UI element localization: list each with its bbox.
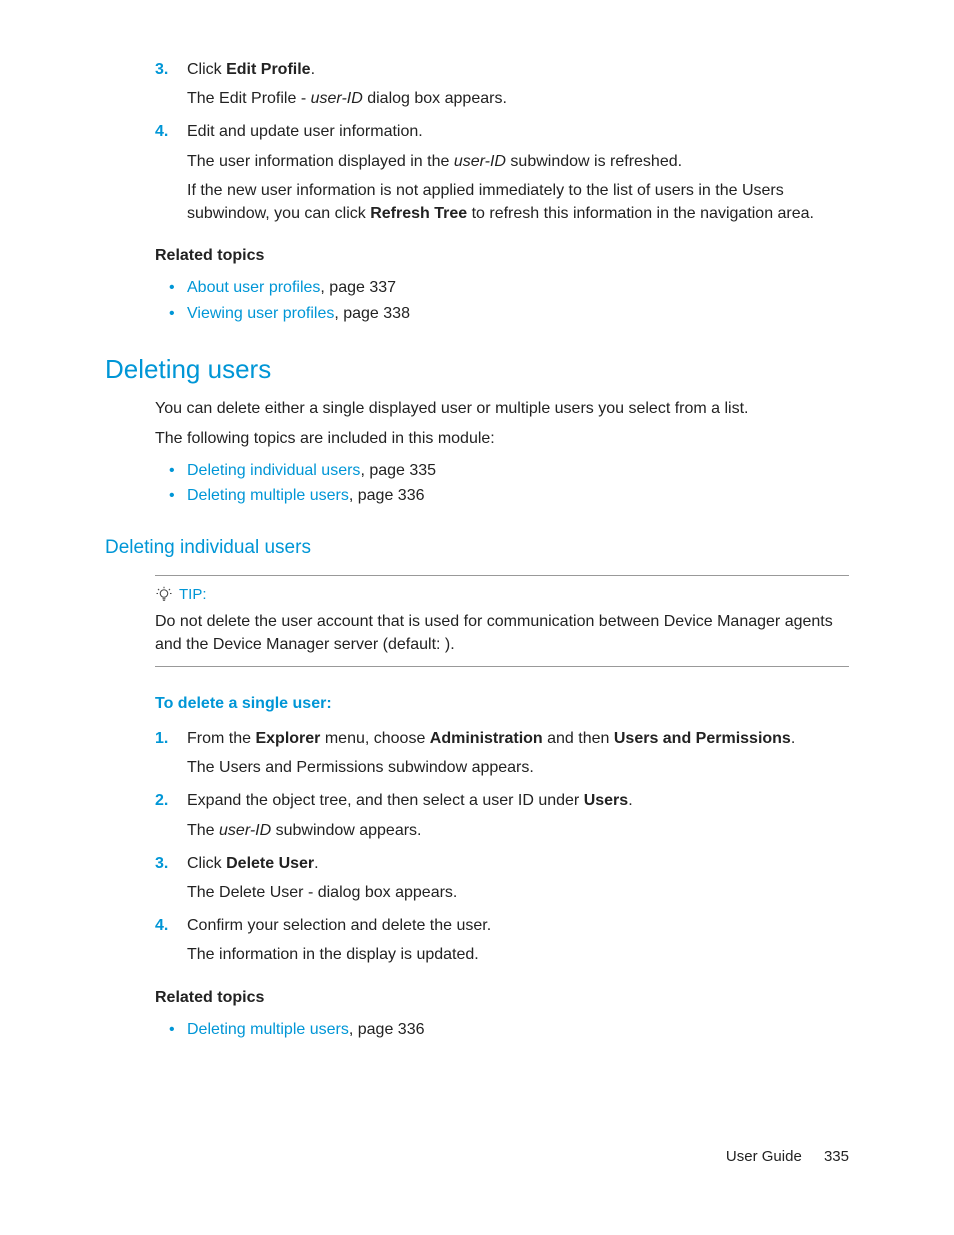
step-text: Click Delete User. (187, 855, 319, 872)
step-sub: The information in the display is update… (187, 943, 849, 966)
step-number: 1. (155, 727, 179, 750)
step-text: Expand the object tree, and then select … (187, 792, 633, 809)
step-sub: The Delete User - dialog box appears. (187, 881, 849, 904)
lightbulb-icon (155, 586, 173, 604)
list-item: About user profiles, page 337 (159, 275, 849, 301)
step-sub: The user-ID subwindow appears. (187, 819, 849, 842)
step-sub: The user information displayed in the us… (187, 150, 849, 173)
footer-label: User Guide (726, 1148, 802, 1165)
list-item: 1. From the Explorer menu, choose Admini… (155, 727, 849, 779)
deleting-intro-block: You can delete either a single displayed… (155, 397, 849, 509)
link-about-user-profiles[interactable]: About user profiles (187, 279, 320, 296)
list-item: 3. Click Delete User. The Delete User - … (155, 852, 849, 904)
related-topics-list: Deleting multiple users, page 336 (159, 1017, 849, 1043)
step-number: 4. (155, 914, 179, 937)
procedure-heading: To delete a single user: (155, 695, 849, 713)
tip-header: TIP: (155, 584, 849, 606)
link-deleting-multiple-users[interactable]: Deleting multiple users (187, 487, 349, 504)
step-text: From the Explorer menu, choose Administr… (187, 730, 795, 747)
related-topics-list: About user profiles, page 337 Viewing us… (159, 275, 849, 326)
step-number: 4. (155, 120, 179, 143)
step-sub: If the new user information is not appli… (187, 179, 849, 225)
page-footer: User Guide 335 (726, 1148, 849, 1165)
paragraph: You can delete either a single displayed… (155, 397, 849, 420)
step-number: 3. (155, 852, 179, 875)
list-item: 3. Click Edit Profile. The Edit Profile … (155, 58, 849, 110)
tip-label: TIP: (179, 584, 207, 606)
top-steps-list: 3. Click Edit Profile. The Edit Profile … (155, 58, 849, 225)
tip-body: Do not delete the user account that is u… (155, 610, 849, 656)
related-topics-heading: Related topics (155, 989, 849, 1007)
section-heading-deleting-users: Deleting users (105, 354, 849, 385)
link-deleting-individual-users[interactable]: Deleting individual users (187, 462, 360, 479)
procedure-block: To delete a single user: 1. From the Exp… (155, 695, 849, 1042)
list-item: 4. Edit and update user information. The… (155, 120, 849, 225)
page-number: 335 (824, 1148, 849, 1165)
list-item: 2. Expand the object tree, and then sele… (155, 789, 849, 841)
module-topics-list: Deleting individual users, page 335 Dele… (159, 458, 849, 509)
step-number: 2. (155, 789, 179, 812)
link-deleting-multiple-users[interactable]: Deleting multiple users (187, 1021, 349, 1038)
list-item: Deleting multiple users, page 336 (159, 483, 849, 509)
paragraph: The following topics are included in thi… (155, 427, 849, 450)
list-item: 4. Confirm your selection and delete the… (155, 914, 849, 966)
step-text: Confirm your selection and delete the us… (187, 917, 491, 934)
step-text: Edit and update user information. (187, 123, 423, 140)
top-steps-block: 3. Click Edit Profile. The Edit Profile … (155, 58, 849, 326)
step-number: 3. (155, 58, 179, 81)
related-topics-heading: Related topics (155, 247, 849, 265)
list-item: Deleting individual users, page 335 (159, 458, 849, 484)
page: 3. Click Edit Profile. The Edit Profile … (0, 0, 954, 1235)
link-viewing-user-profiles[interactable]: Viewing user profiles (187, 305, 334, 322)
list-item: Deleting multiple users, page 336 (159, 1017, 849, 1043)
step-text: Click Edit Profile. (187, 61, 315, 78)
tip-box: TIP: Do not delete the user account that… (155, 575, 849, 667)
subsection-heading-deleting-individual-users: Deleting individual users (105, 537, 849, 559)
step-sub: The Users and Permissions subwindow appe… (187, 756, 849, 779)
step-sub: The Edit Profile - user-ID dialog box ap… (187, 87, 849, 110)
procedure-steps-list: 1. From the Explorer menu, choose Admini… (155, 727, 849, 967)
list-item: Viewing user profiles, page 338 (159, 301, 849, 327)
